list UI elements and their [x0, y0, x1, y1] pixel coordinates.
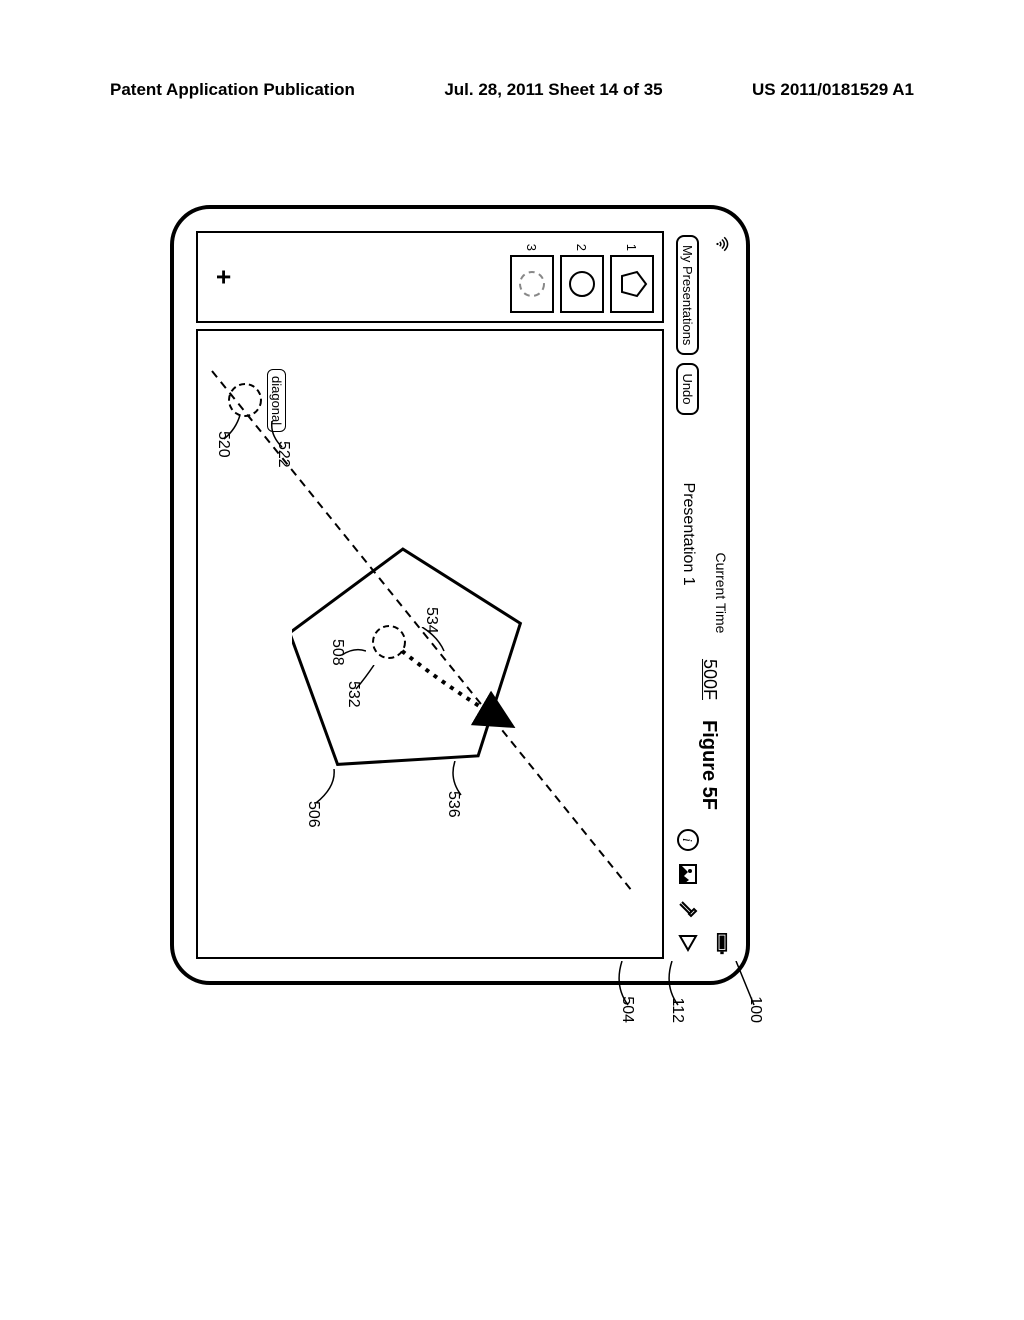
thumb-3-preview [510, 255, 554, 313]
dashed-circle-icon [519, 271, 545, 297]
leader-508 [340, 645, 366, 665]
rotation-gesture-arrow [392, 631, 532, 751]
header-right: US 2011/0181529 A1 [752, 80, 914, 100]
leader-532 [352, 665, 378, 695]
image-icon[interactable] [675, 861, 701, 887]
leader-522 [268, 421, 284, 451]
play-icon[interactable] [675, 929, 701, 955]
wifi-icon [711, 235, 732, 253]
presentation-title: Presentation 1 [679, 483, 697, 586]
figure-caption: Figure 5F [697, 720, 720, 810]
undo-button[interactable]: Undo [677, 363, 700, 414]
leader-534 [416, 627, 446, 657]
tools-icon[interactable] [675, 895, 701, 921]
slide-thumbnails-panel: 1 2 3 [196, 231, 664, 323]
leader-520 [222, 415, 242, 445]
leader-100 [728, 961, 758, 1021]
rotated-device-container: 100 112 504 Current Time [170, 205, 750, 985]
thumb-1[interactable]: 1 [610, 241, 654, 313]
thumb-2-preview [560, 255, 604, 313]
thumb-3-number: 3 [525, 241, 540, 251]
slide-canvas[interactable]: diagonal 536 506 534 532 508 522 520 [196, 329, 664, 959]
header-center: Jul. 28, 2011 Sheet 14 of 35 [444, 80, 662, 100]
patent-page-header: Patent Application Publication Jul. 28, … [110, 80, 914, 100]
thumb-3[interactable]: 3 [510, 241, 554, 313]
header-left: Patent Application Publication [110, 80, 355, 100]
leader-112 [662, 961, 682, 1021]
info-icon[interactable]: i [675, 827, 701, 853]
add-slide-button[interactable]: + [208, 269, 239, 284]
touch-contact-508 [372, 625, 406, 659]
status-time: Current Time [713, 553, 729, 634]
leader-506 [310, 769, 340, 809]
content-row: 1 2 3 [196, 231, 664, 959]
my-presentations-button[interactable]: My Presentations [677, 235, 700, 355]
tablet-device-frame: 100 112 504 Current Time [170, 205, 750, 985]
figure-area: 100 112 504 Current Time [110, 170, 810, 1020]
thumb-1-number: 1 [625, 241, 640, 251]
battery-icon [713, 933, 730, 955]
pentagon-icon [615, 269, 650, 299]
touch-contact-520 [228, 383, 262, 417]
thumb-2[interactable]: 2 [560, 241, 604, 313]
svg-text:i: i [679, 838, 694, 842]
circle-icon [569, 271, 595, 297]
app-toolbar: My Presentations Undo Presentation 1 i [670, 235, 706, 955]
figure-id: 500F [699, 659, 720, 700]
leader-504 [612, 961, 632, 1021]
status-bar: Current Time [710, 235, 732, 955]
thumb-2-number: 2 [575, 241, 590, 251]
thumb-1-preview [610, 255, 654, 313]
leader-536 [447, 761, 467, 801]
